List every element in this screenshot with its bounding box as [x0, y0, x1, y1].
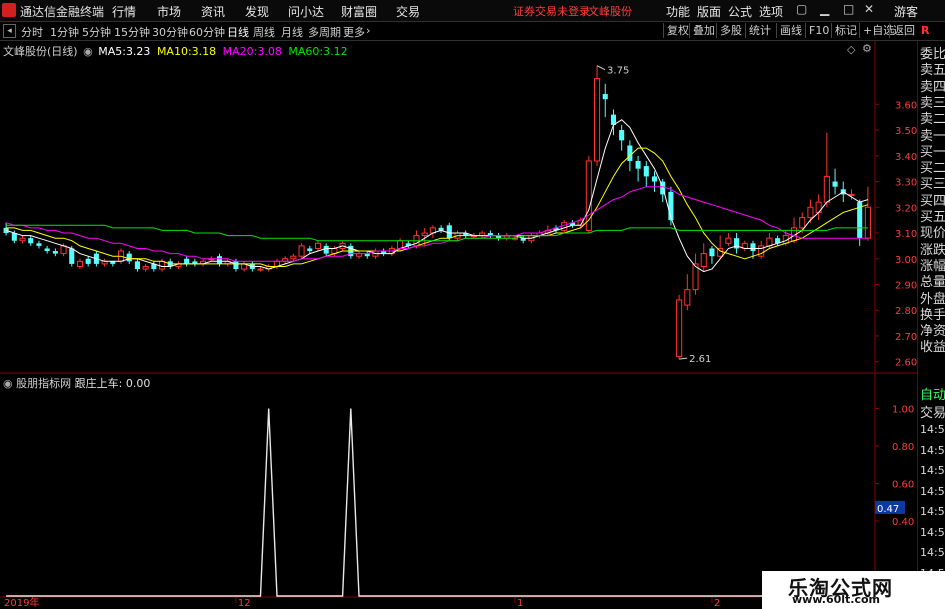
y-tick-label: 2.60	[895, 358, 917, 369]
candle-body	[725, 237, 732, 244]
candle-body	[848, 193, 855, 196]
ma10-line	[6, 147, 869, 267]
candle-body	[676, 299, 683, 358]
ma5-line	[5, 119, 869, 273]
candle-body	[69, 248, 75, 264]
candle-body	[134, 261, 140, 270]
candle-body	[314, 242, 322, 249]
candle-body	[766, 237, 773, 247]
indicator-line	[6, 408, 868, 597]
high-pointer	[596, 65, 606, 71]
candle-body	[684, 289, 691, 306]
candle-body	[823, 175, 830, 203]
y-tick-label: 3.30	[895, 178, 917, 189]
candle-body	[397, 240, 404, 249]
y-tick-label: 0.60	[892, 480, 914, 491]
candle-body	[602, 94, 608, 100]
candle-body	[76, 260, 84, 267]
trade-time: 14:56	[920, 423, 945, 436]
high-label: 3.75	[607, 66, 629, 77]
candle-body	[85, 258, 91, 264]
trade-time: 14:56	[920, 546, 945, 559]
candle-body	[619, 130, 625, 141]
y-tick-label: 0.40	[892, 517, 914, 528]
candle-body	[307, 248, 313, 252]
candle-body	[807, 206, 814, 219]
candle-body	[36, 243, 42, 246]
candle-body	[159, 260, 166, 270]
watermark-url: www.60lt.com	[792, 593, 881, 606]
watermark: 乐淘公式网 www.60lt.com	[762, 571, 945, 609]
trade-time: 14:56	[920, 443, 945, 457]
x-tick-label: 12	[238, 598, 251, 609]
current-value-text: 0.47	[877, 504, 899, 515]
ma20-line	[5, 186, 868, 262]
candle-body	[11, 233, 17, 241]
y-tick-label: 2.90	[895, 280, 917, 291]
candle-body	[446, 225, 452, 239]
low-label: 2.61	[689, 354, 711, 365]
candle-body	[643, 166, 649, 177]
y-tick-label: 0.80	[892, 442, 914, 453]
candle-body	[799, 217, 806, 229]
candle-body	[561, 222, 568, 231]
y-tick-label: 3.50	[895, 126, 917, 137]
y-tick-label: 3.10	[895, 229, 917, 240]
y-tick-label: 2.80	[895, 306, 917, 317]
candle-body	[323, 245, 329, 254]
y-tick-label: 3.60	[895, 100, 917, 111]
quote-item-label: 收益	[920, 340, 945, 356]
candle-body	[257, 268, 264, 271]
candle-body	[750, 243, 756, 252]
x-tick-label: 2019年	[4, 596, 39, 609]
chart-canvas[interactable]: 3.60 3.50 3.40 3.30 3.20 3.10 3.00 2.90 2.80 2.70…	[0, 0, 917, 609]
trade-label[interactable]: 交易	[920, 402, 945, 421]
candle-body	[651, 176, 658, 182]
candle-body	[60, 245, 67, 255]
candle-body	[290, 255, 297, 260]
trade-time: 14:56	[920, 484, 945, 498]
candle-body	[709, 248, 715, 257]
candle-body	[184, 258, 190, 264]
y-tick-label: 3.00	[895, 255, 917, 266]
trade-time: 14:56	[920, 505, 945, 518]
candle-body	[19, 237, 26, 242]
r-badge[interactable]: R	[921, 24, 929, 37]
candle-body	[864, 206, 871, 239]
trade-time: 14:56	[920, 525, 945, 539]
candle-body	[298, 245, 305, 257]
y-tick-label: 3.20	[895, 203, 917, 214]
trade-time: 14:56	[920, 464, 945, 477]
y-tick-label: 3.40	[895, 152, 917, 163]
candle-body	[126, 253, 132, 262]
candle-body	[142, 265, 149, 270]
candle-body	[233, 261, 239, 270]
candle-body	[635, 160, 641, 169]
candle-body	[44, 248, 50, 252]
quote-panel: 委比 卖五 卖四 卖三 卖二 卖一 买一 买二 买三 买四 买五 现价 涨跌 涨幅 总量 外盘 换手 净资 收益 自动…	[917, 41, 945, 609]
y-tick-label: 1.00	[892, 405, 914, 416]
candle-body	[700, 253, 707, 267]
low-pointer	[679, 357, 688, 360]
candle-body	[594, 78, 601, 162]
candle-body	[421, 232, 428, 237]
x-tick-label: 2	[714, 598, 720, 609]
candle-body	[832, 181, 838, 187]
candle-body	[627, 145, 633, 161]
x-tick-label: 1	[517, 598, 523, 609]
auto-toggle[interactable]: 自动	[920, 384, 945, 403]
candle-body	[52, 251, 58, 254]
y-tick-label: 2.70	[895, 332, 917, 343]
candle-body	[28, 238, 34, 244]
candle-body	[216, 256, 223, 264]
